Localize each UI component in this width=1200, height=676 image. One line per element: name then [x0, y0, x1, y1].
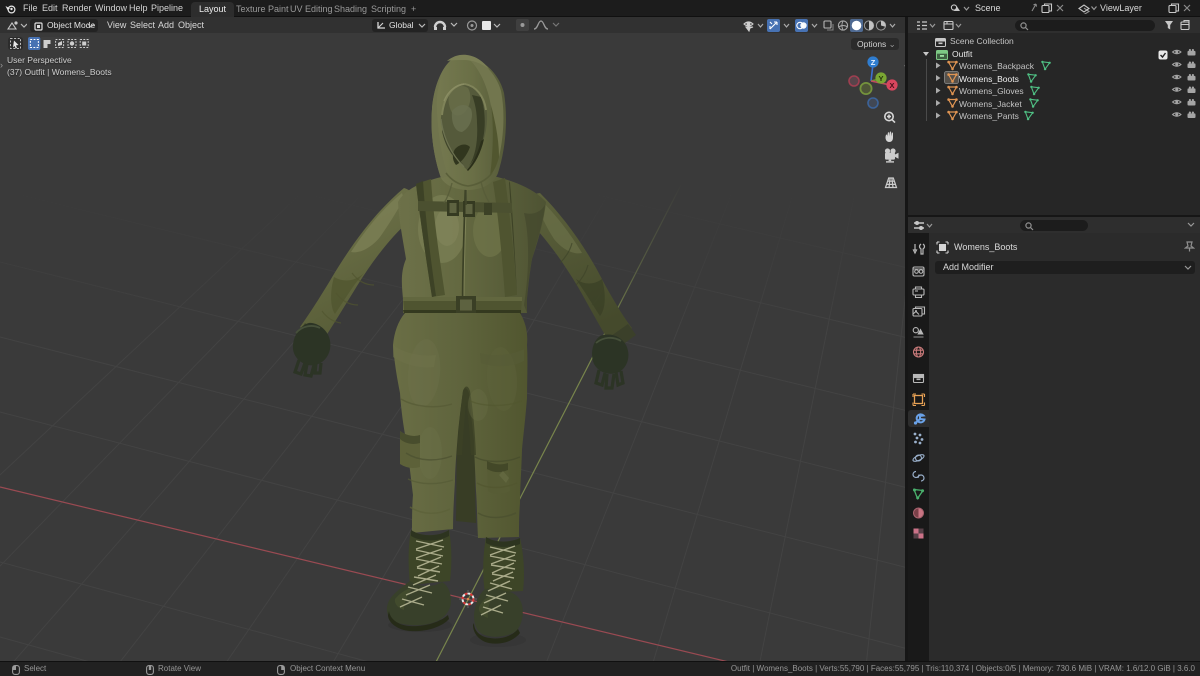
svg-text:X: X	[889, 81, 894, 90]
svg-text:Y: Y	[878, 74, 883, 83]
svg-text:Z: Z	[871, 58, 876, 67]
